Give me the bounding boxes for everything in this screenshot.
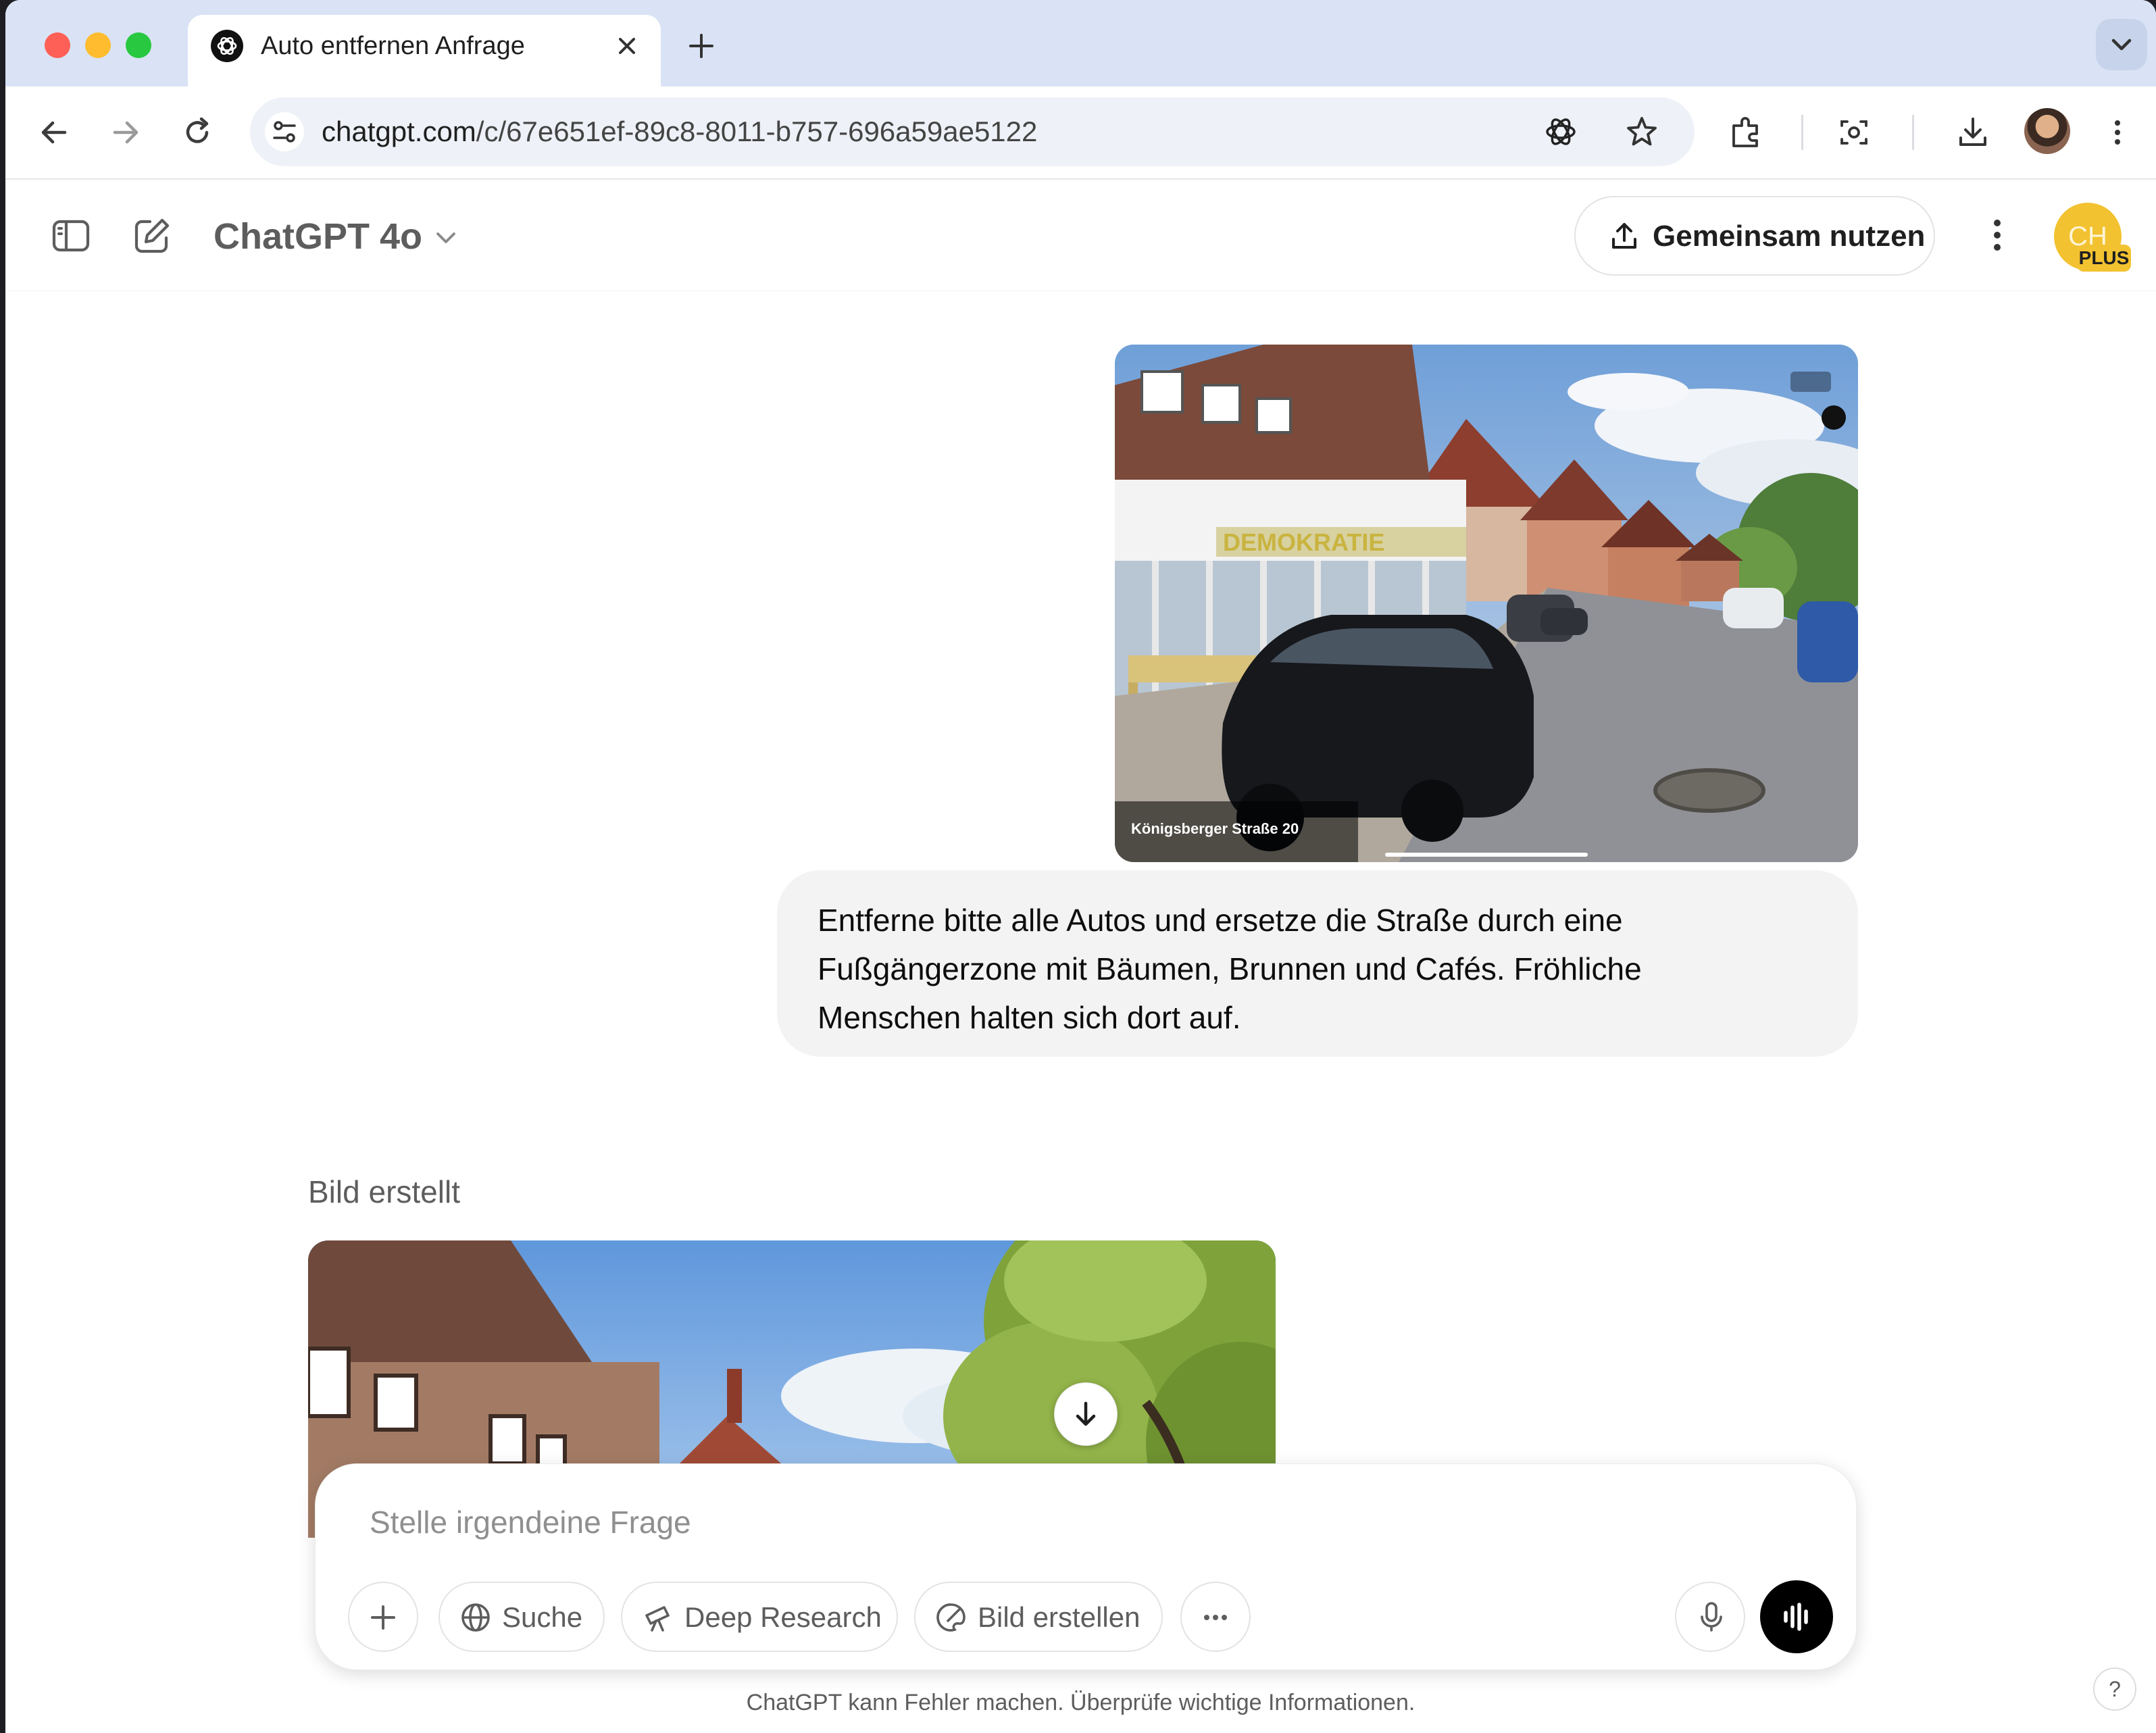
- url-host: chatgpt.com: [322, 116, 476, 147]
- user-uploaded-image[interactable]: DEMOKRATIE Königsberger Straße 20: [1115, 345, 1858, 862]
- globe-icon: [461, 1603, 490, 1632]
- create-image-button[interactable]: Bild erstellen: [914, 1582, 1163, 1652]
- share-button[interactable]: Gemeinsam nutzen: [1574, 196, 1935, 276]
- deep-research-button[interactable]: Deep Research: [621, 1582, 898, 1652]
- scroll-to-bottom-button[interactable]: [1054, 1382, 1118, 1446]
- window-zoom-button[interactable]: [126, 32, 151, 58]
- tab-close-icon[interactable]: [612, 31, 642, 61]
- palette-brush-icon: [936, 1603, 966, 1632]
- storefront-sign: DEMOKRATIE: [1223, 528, 1384, 556]
- screenshot-lens-icon[interactable]: [1834, 112, 1874, 153]
- url-path: /c/67e651ef-89c8-8011-b757-696a59ae5122: [476, 116, 1038, 147]
- toolbar-separator: [1801, 115, 1803, 150]
- window-close-button[interactable]: [45, 32, 70, 58]
- extensions-icon[interactable]: [1726, 112, 1766, 153]
- new-chat-icon[interactable]: [130, 214, 174, 258]
- assistant-status-label: Bild erstellt: [308, 1174, 460, 1209]
- more-options-icon[interactable]: [1976, 214, 2019, 257]
- reload-icon[interactable]: [177, 112, 218, 153]
- street-view-location-label: Königsberger Straße 20: [1131, 820, 1299, 837]
- download-icon[interactable]: [1953, 112, 1993, 153]
- share-upload-icon: [1612, 223, 1636, 249]
- window-minimize-button[interactable]: [85, 32, 111, 58]
- browser-toolbar: chatgpt.com/c/67e651ef-89c8-8011-b757-69…: [5, 86, 2156, 180]
- chevron-down-icon: [2111, 39, 2132, 51]
- star-icon[interactable]: [1622, 111, 1662, 152]
- kebab-menu-icon[interactable]: [2097, 112, 2138, 153]
- search-tool-label: Suche: [502, 1601, 583, 1633]
- search-tool-button[interactable]: Suche: [438, 1582, 605, 1652]
- disclaimer-text: ChatGPT kann Fehler machen. Überprüfe wi…: [746, 1690, 1415, 1715]
- message-composer: Suche Deep Research Bild erstellen: [315, 1463, 1857, 1670]
- back-icon[interactable]: [34, 112, 74, 153]
- app-header: ChatGPT 4o Gemeinsam nutzen CH PLUS: [5, 180, 2156, 291]
- ellipsis-icon: [1204, 1615, 1227, 1620]
- plan-badge: PLUS: [2077, 245, 2131, 272]
- tab-search-button[interactable]: [2096, 19, 2147, 70]
- browser-tab-active[interactable]: Auto entfernen Anfrage: [188, 15, 661, 86]
- arrow-down-icon: [1076, 1401, 1096, 1426]
- model-selector[interactable]: ChatGPT 4o: [214, 215, 422, 258]
- site-settings-button[interactable]: [265, 112, 304, 151]
- share-button-label: Gemeinsam nutzen: [1653, 220, 1926, 253]
- profile-avatar[interactable]: [2024, 108, 2070, 154]
- more-tools-button[interactable]: [1180, 1582, 1251, 1652]
- site-settings-icon: [273, 121, 296, 143]
- voice-waveform-icon: [1784, 1603, 1808, 1631]
- chatgpt-extension-icon[interactable]: [1540, 111, 1581, 152]
- toolbar-separator: [1912, 115, 1914, 150]
- create-image-label: Bild erstellen: [978, 1601, 1140, 1633]
- plus-icon: [371, 1605, 395, 1630]
- deep-research-label: Deep Research: [684, 1601, 882, 1633]
- user-message-bubble: Entferne bitte alle Autos und ersetze di…: [777, 870, 1858, 1057]
- prompt-input[interactable]: [370, 1501, 1788, 1544]
- chatgpt-favicon-icon: [211, 30, 243, 62]
- chevron-down-icon[interactable]: [432, 224, 459, 251]
- telescope-icon: [645, 1606, 670, 1632]
- sidebar-toggle-icon[interactable]: [49, 214, 93, 258]
- dictate-button[interactable]: [1675, 1582, 1745, 1652]
- help-button[interactable]: ?: [2093, 1667, 2136, 1711]
- new-tab-icon[interactable]: [684, 28, 719, 64]
- browser-window: Auto entfernen Anfrage chatgpt.com/c/67e…: [5, 0, 2156, 1733]
- user-message-text: Entferne bitte alle Autos und ersetze di…: [818, 903, 1642, 1035]
- address-bar[interactable]: chatgpt.com/c/67e651ef-89c8-8011-b757-69…: [250, 97, 1695, 166]
- forward-icon[interactable]: [105, 112, 146, 153]
- microphone-icon: [1701, 1602, 1722, 1632]
- street-view-photo: DEMOKRATIE Königsberger Straße 20: [1115, 345, 1858, 862]
- tab-strip: Auto entfernen Anfrage: [5, 0, 2156, 86]
- url-text: chatgpt.com/c/67e651ef-89c8-8011-b757-69…: [322, 116, 1037, 148]
- voice-mode-button[interactable]: [1760, 1580, 1833, 1653]
- attach-button[interactable]: [348, 1582, 418, 1652]
- tab-title: Auto entfernen Anfrage: [261, 32, 525, 60]
